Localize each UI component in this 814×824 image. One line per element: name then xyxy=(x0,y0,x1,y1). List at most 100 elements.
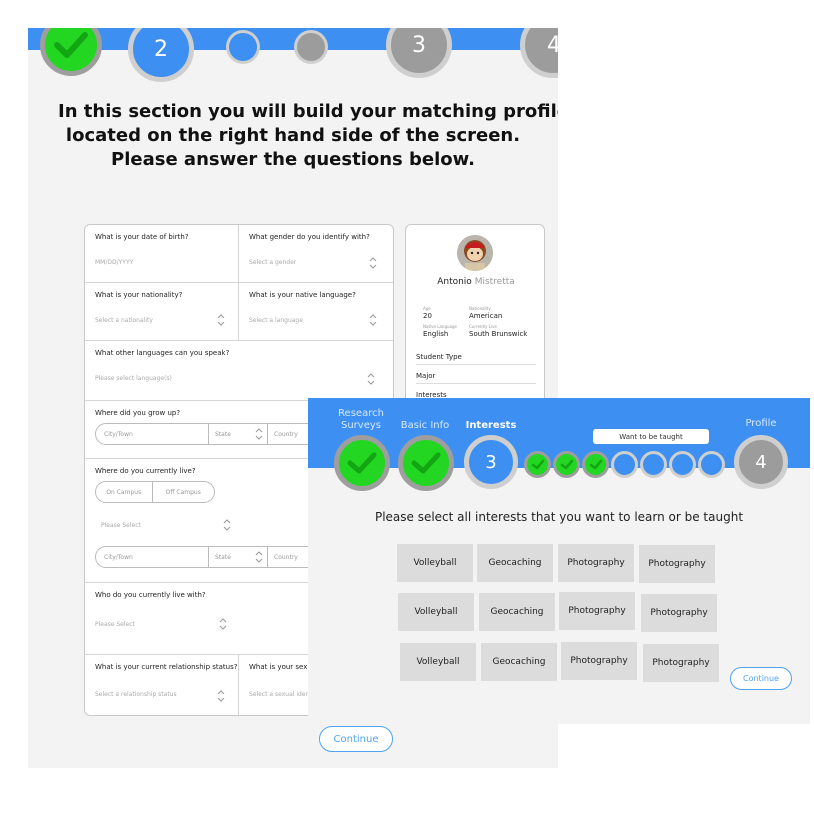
substep-check-icon[interactable] xyxy=(524,451,551,478)
step-complete-check-icon[interactable] xyxy=(398,435,454,491)
substep-current-circle[interactable] xyxy=(226,30,260,64)
campus-toggle[interactable]: On Campus Off Campus xyxy=(95,481,215,503)
select-arrows-icon[interactable] xyxy=(223,518,231,532)
dob-field[interactable]: What is your date of birth? MM/DD/YYYY xyxy=(85,225,239,283)
grew-up-location-input[interactable]: City/Town State Country xyxy=(95,423,335,445)
select-arrows-icon[interactable] xyxy=(217,313,225,327)
substep-current-circle[interactable] xyxy=(611,451,638,478)
live-with-select[interactable]: Please Select xyxy=(95,621,135,628)
continue-button[interactable]: Continue xyxy=(319,726,393,752)
state-select[interactable]: State xyxy=(209,554,255,561)
avatar xyxy=(457,235,493,271)
sexual-identity-select[interactable]: Select a sexual identi xyxy=(249,691,313,698)
interest-chip[interactable]: Photography xyxy=(559,592,635,630)
currently-live-label: Currently Live xyxy=(469,324,497,329)
substep-pending-circle[interactable] xyxy=(640,451,667,478)
step-4-number: 4 xyxy=(755,451,767,473)
native-language-field[interactable]: What is your native language? Select a l… xyxy=(239,283,393,341)
interest-chip[interactable]: Photography xyxy=(639,545,715,583)
country-select[interactable]: Country xyxy=(268,431,298,438)
gender-select[interactable]: Select a gender xyxy=(249,259,296,266)
instruction-line-1: In this section you will build your matc… xyxy=(58,101,558,122)
step-4-circle[interactable]: 4 xyxy=(734,435,788,489)
profile-name: Antonio Mistretta xyxy=(406,277,544,287)
interest-chip[interactable]: Volleyball xyxy=(398,593,474,631)
dob-input[interactable]: MM/DD/YYYY xyxy=(95,259,133,266)
interest-chip[interactable]: Photography xyxy=(641,594,717,632)
select-arrows-icon[interactable] xyxy=(369,256,377,270)
step-4-circle[interactable]: 4 xyxy=(520,28,558,78)
tooltip: Want to be taught xyxy=(593,429,709,444)
native-language-select[interactable]: Select a language xyxy=(249,317,303,324)
gender-label: What gender do you identify with? xyxy=(249,233,370,241)
interest-chip[interactable]: Geocaching xyxy=(479,593,555,631)
other-languages-select[interactable]: Please select language(s) xyxy=(95,375,172,382)
current-residence-label: Where do you currently live? xyxy=(95,467,196,475)
step-3-circle[interactable]: 3 xyxy=(464,435,518,489)
instruction-line-3: Please answer the questions below. xyxy=(111,149,475,170)
native-language-small-label: Native Language xyxy=(423,324,457,329)
substep-check-icon[interactable] xyxy=(553,451,580,478)
student-type-row: Student Type xyxy=(416,353,536,365)
native-language-label: What is your native language? xyxy=(249,291,356,299)
first-name: Antonio xyxy=(437,277,472,287)
step-label-profile: Profile xyxy=(745,418,777,429)
step-3-number: 3 xyxy=(485,451,497,473)
relationship-select[interactable]: Select a relationship status xyxy=(95,691,177,698)
interest-chip[interactable]: Volleyball xyxy=(400,643,476,681)
currently-live-value: South Brunswick xyxy=(469,330,528,338)
on-campus-option[interactable]: On Campus xyxy=(96,489,152,496)
off-campus-option[interactable]: Off Campus xyxy=(153,489,214,496)
nationality-field[interactable]: What is your nationality? Select a natio… xyxy=(85,283,239,341)
relationship-field[interactable]: What is your current relationship status… xyxy=(85,655,239,715)
nationality-select[interactable]: Select a nationality xyxy=(95,317,153,324)
relationship-label: What is your current relationship status… xyxy=(95,663,238,671)
current-location-input[interactable]: City/Town State Country xyxy=(95,546,335,568)
select-arrows-icon[interactable] xyxy=(255,427,263,441)
substep-pending-circle[interactable] xyxy=(669,451,696,478)
step-2-number: 2 xyxy=(154,36,168,62)
step-3-circle[interactable]: 3 xyxy=(386,28,452,78)
step-2-circle[interactable]: 2 xyxy=(128,28,194,82)
last-name: Mistretta xyxy=(474,277,515,287)
select-arrows-icon[interactable] xyxy=(369,313,377,327)
major-row: Major xyxy=(416,372,536,384)
select-arrows-icon[interactable] xyxy=(255,550,263,564)
residence-select[interactable]: Please Select xyxy=(101,522,141,529)
interest-chip[interactable]: Photography xyxy=(561,642,637,680)
dob-label: What is your date of birth? xyxy=(95,233,189,241)
instruction-line-2: located on the right hand side of the sc… xyxy=(65,125,521,146)
interest-chip[interactable]: Photography xyxy=(558,544,634,582)
step-complete-check-icon[interactable] xyxy=(40,28,102,76)
age-label: Age xyxy=(423,306,431,311)
step-complete-check-icon[interactable] xyxy=(334,435,390,491)
section-instructions: In this section you will build your matc… xyxy=(58,100,558,172)
continue-button[interactable]: Continue xyxy=(730,667,792,690)
substep-pending-circle[interactable] xyxy=(294,30,328,64)
select-arrows-icon[interactable] xyxy=(217,689,225,703)
interest-chip[interactable]: Volleyball xyxy=(397,544,473,582)
substep-pending-circle[interactable] xyxy=(698,451,725,478)
interests-panel: Research Surveys Basic Info Interests Pro… xyxy=(308,398,810,724)
city-input[interactable]: City/Town xyxy=(96,554,208,561)
age-value: 20 xyxy=(423,312,432,320)
country-select[interactable]: Country xyxy=(268,554,298,561)
city-input[interactable]: City/Town xyxy=(96,431,208,438)
step-label-research-surveys: Research Surveys xyxy=(338,408,384,431)
interest-chip[interactable]: Photography xyxy=(643,644,719,682)
select-arrows-icon[interactable] xyxy=(367,372,375,386)
nationality-label: What is your nationality? xyxy=(95,291,183,299)
state-select[interactable]: State xyxy=(209,431,255,438)
gender-field[interactable]: What gender do you identify with? Select… xyxy=(239,225,393,283)
matching-profile-card: Antonio Mistretta Age 20 Nationality Ame… xyxy=(405,224,545,424)
interest-chip[interactable]: Geocaching xyxy=(481,643,557,681)
interest-chip[interactable]: Geocaching xyxy=(477,544,553,582)
live-with-label: Who do you currently live with? xyxy=(95,591,206,599)
select-arrows-icon[interactable] xyxy=(219,617,227,631)
substep-check-icon[interactable] xyxy=(582,451,609,478)
other-languages-field[interactable]: What other languages can you speak? Plea… xyxy=(85,341,393,401)
step-3-number: 3 xyxy=(412,32,426,58)
nationality-value: American xyxy=(469,312,503,320)
other-languages-label: What other languages can you speak? xyxy=(95,349,230,357)
step-label-basic-info: Basic Info xyxy=(400,420,450,431)
